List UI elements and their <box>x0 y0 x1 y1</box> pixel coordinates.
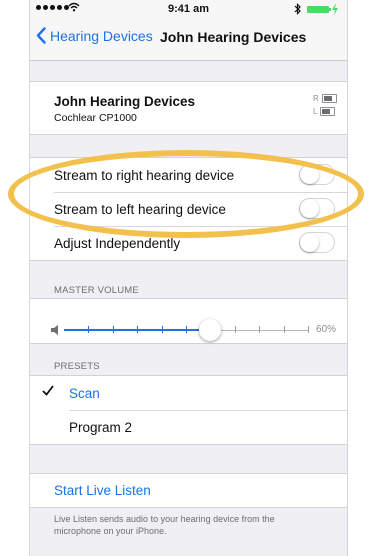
start-live-listen-label: Start Live Listen <box>54 483 151 498</box>
volume-tick <box>186 326 187 333</box>
phone-screen: 9:41 am Hearing Devices John Hearing Dev… <box>29 0 348 556</box>
adjust-independently-label: Adjust Independently <box>54 235 181 251</box>
live-listen-description: Live Listen sends audio to your hearing … <box>54 514 275 536</box>
volume-tick <box>234 326 236 333</box>
streaming-settings-group: Stream to right hearing device Stream to… <box>30 157 347 261</box>
right-battery-icon <box>321 94 337 103</box>
volume-slider-thumb[interactable] <box>199 319 222 341</box>
screenshot-frame: 9:41 am Hearing Devices John Hearing Dev… <box>0 0 377 556</box>
chevron-left-icon <box>36 27 46 44</box>
stream-right-label: Stream to right hearing device <box>54 167 235 183</box>
right-battery-label: R <box>313 94 319 103</box>
volume-tick <box>161 326 163 333</box>
device-info-card: John Hearing Devices Cochlear CP1000 R L <box>30 81 347 135</box>
stream-left-toggle[interactable] <box>299 198 335 219</box>
left-battery-indicator: L <box>313 107 336 116</box>
charging-icon <box>332 3 338 15</box>
stream-right-row: Stream to right hearing device <box>30 158 347 192</box>
master-volume-header: MASTER VOLUME <box>54 285 139 296</box>
adjust-independently-toggle[interactable] <box>299 232 335 253</box>
start-live-listen-button[interactable]: Start Live Listen <box>30 474 347 507</box>
preset-program-2[interactable]: Program 2 <box>30 410 347 444</box>
status-bar: 9:41 am <box>30 0 347 18</box>
presets-header: PRESETS <box>54 361 100 372</box>
battery-icon <box>307 6 329 13</box>
stream-right-toggle[interactable] <box>299 164 335 185</box>
volume-percentage: 60% <box>316 324 337 335</box>
preset-scan[interactable]: Scan <box>30 376 347 410</box>
adjust-independently-row: Adjust Independently <box>30 226 347 260</box>
preset-scan-label: Scan <box>69 385 100 401</box>
presets-group: Scan Program 2 <box>30 375 347 445</box>
page-title: John Hearing Devices <box>160 29 307 45</box>
master-volume-group: 60% <box>30 298 347 344</box>
back-button[interactable]: Hearing Devices <box>36 27 153 44</box>
volume-tick <box>259 326 261 333</box>
volume-tick <box>137 326 139 333</box>
volume-tick <box>308 326 309 333</box>
device-model: Cochlear CP1000 <box>54 112 137 124</box>
volume-tick <box>88 326 90 333</box>
volume-tick <box>283 326 285 333</box>
volume-tick <box>112 326 114 333</box>
back-button-label: Hearing Devices <box>50 27 153 44</box>
navigation-bar: Hearing Devices John Hearing Devices <box>30 18 347 61</box>
checkmark-icon <box>42 385 54 396</box>
live-listen-group: Start Live Listen <box>30 473 347 508</box>
left-battery-icon <box>320 107 336 116</box>
device-name: John Hearing Devices <box>54 94 196 109</box>
right-battery-indicator: R <box>313 94 337 103</box>
speaker-icon <box>51 325 58 335</box>
stream-left-label: Stream to left hearing device <box>54 201 226 217</box>
stream-left-row: Stream to left hearing device <box>30 192 347 226</box>
left-battery-label: L <box>313 107 318 116</box>
battery-tip <box>329 8 331 11</box>
bluetooth-icon <box>294 3 301 15</box>
preset-program-2-label: Program 2 <box>69 419 133 435</box>
